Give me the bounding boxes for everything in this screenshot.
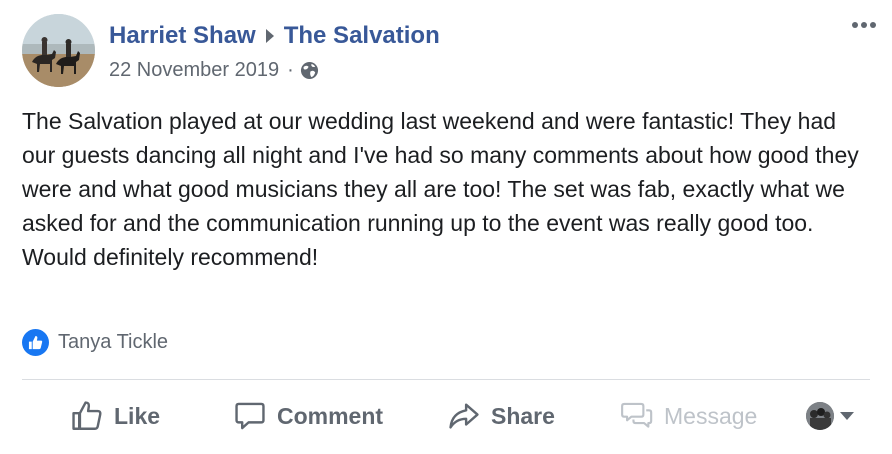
- author-avatar[interactable]: [22, 14, 95, 87]
- globe-icon[interactable]: [300, 61, 319, 80]
- message-label: Message: [664, 402, 758, 429]
- more-dot: [861, 22, 867, 28]
- share-icon: [449, 403, 479, 429]
- reactions-summary[interactable]: Tanya Tickle: [22, 329, 168, 356]
- action-divider: [22, 379, 870, 380]
- message-icon: [621, 402, 653, 428]
- comment-label: Comment: [277, 402, 384, 429]
- act-as-switcher[interactable]: [806, 394, 854, 438]
- post-meta: 22 November 2019 ·: [109, 59, 319, 82]
- meta-separator: ·: [287, 59, 294, 81]
- post-text: The Salvation played at our wedding last…: [22, 108, 859, 270]
- comment-button[interactable]: Comment: [233, 394, 383, 438]
- like-icon: [22, 329, 49, 356]
- like-button[interactable]: Like: [70, 394, 160, 438]
- like-label: Like: [114, 402, 161, 429]
- reaction-names[interactable]: Tanya Tickle: [58, 331, 168, 354]
- share-label: Share: [491, 402, 555, 429]
- page-avatar: [806, 402, 834, 430]
- post-timestamp[interactable]: 22 November 2019: [109, 59, 279, 82]
- action-bar: Like Comment Share Message: [0, 394, 892, 438]
- message-button[interactable]: Message: [620, 394, 757, 438]
- more-dot: [870, 22, 876, 28]
- thumbs-up-icon: [72, 401, 102, 430]
- chevron-down-icon: [840, 412, 854, 420]
- post-header: Harriet Shaw The Salvation: [109, 22, 440, 50]
- arrow-right-icon: [265, 29, 274, 43]
- target-page-link[interactable]: The Salvation: [284, 22, 440, 50]
- more-options-icon[interactable]: [852, 22, 876, 28]
- comment-icon: [235, 402, 265, 430]
- more-dot: [852, 22, 858, 28]
- share-button[interactable]: Share: [447, 394, 555, 438]
- author-name-link[interactable]: Harriet Shaw: [109, 22, 256, 50]
